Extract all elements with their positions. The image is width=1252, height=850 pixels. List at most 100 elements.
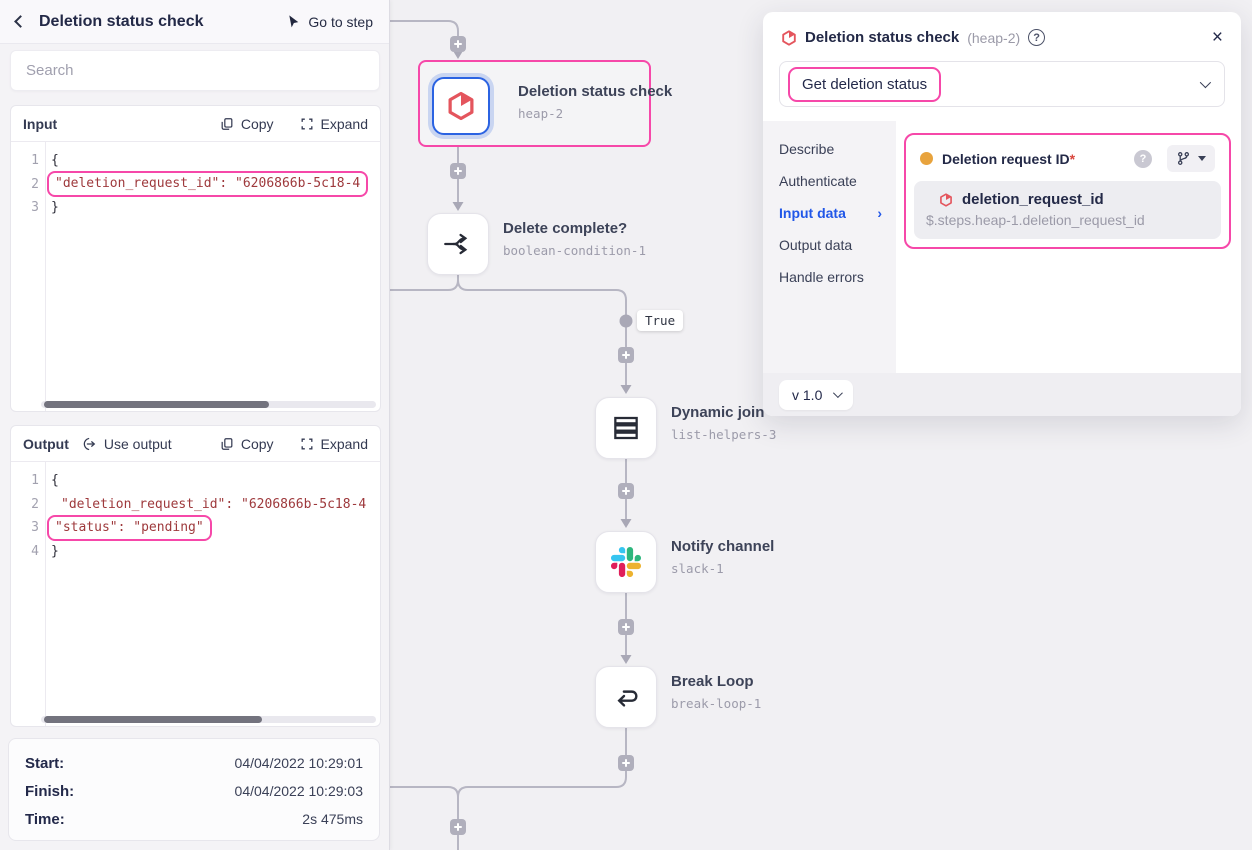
use-output-button[interactable]: Use output xyxy=(81,436,172,452)
code-line: } xyxy=(51,200,59,215)
caret-down-icon xyxy=(1198,156,1206,161)
workflow-node-slack-1[interactable]: Notify channel slack-1 xyxy=(595,531,835,593)
version-select[interactable]: v 1.0 xyxy=(779,380,853,410)
operation-value: Get deletion status xyxy=(788,67,941,102)
add-step-button[interactable] xyxy=(618,483,634,499)
heap-icon xyxy=(939,193,953,207)
jsonpath-mode-button[interactable] xyxy=(1167,145,1215,172)
operation-select[interactable]: Get deletion status xyxy=(779,61,1225,107)
input-data-content: Deletion request ID* ? xyxy=(896,121,1241,373)
properties-nav: Describe Authenticate Input data › Outpu… xyxy=(763,121,896,373)
line-number: 3 xyxy=(11,200,39,215)
workflow-node-boolean-condition-1[interactable]: Delete complete? boolean-condition-1 xyxy=(427,213,667,275)
output-panel: Output Use output Copy xyxy=(10,425,381,727)
deletion-request-id-field-group: Deletion request ID* ? xyxy=(904,133,1231,249)
back-icon[interactable] xyxy=(14,15,27,28)
horizontal-scrollbar-thumb[interactable] xyxy=(44,716,262,723)
node-title: Break Loop xyxy=(671,673,761,690)
field-value-path: $.steps.heap-1.deletion_request_id xyxy=(926,212,1209,228)
field-value-box[interactable]: deletion_request_id $.steps.heap-1.delet… xyxy=(914,181,1221,239)
tab-handle-errors[interactable]: Handle errors xyxy=(779,261,882,293)
line-number: 2 xyxy=(11,497,39,512)
add-step-button[interactable] xyxy=(450,163,466,179)
break-loop-icon xyxy=(609,680,643,714)
line-number: 4 xyxy=(11,544,39,559)
expand-icon xyxy=(300,437,314,451)
workflow-node-heap-2[interactable]: Deletion status check heap-2 xyxy=(418,60,651,147)
help-icon[interactable]: ? xyxy=(1028,29,1045,46)
list-icon xyxy=(610,412,642,444)
highlighted-code: "status": "pending" xyxy=(47,515,212,541)
node-title: Dynamic join xyxy=(671,404,776,421)
copy-icon xyxy=(220,437,234,451)
node-title: Notify channel xyxy=(671,538,774,555)
code-line: "deletion_request_id": "6206866b-5c18-4 xyxy=(61,497,366,512)
go-to-step-button[interactable]: Go to step xyxy=(286,14,373,30)
tab-describe[interactable]: Describe xyxy=(779,133,882,165)
search-input[interactable] xyxy=(10,50,380,91)
required-asterisk: * xyxy=(1070,151,1075,167)
tab-authenticate[interactable]: Authenticate xyxy=(779,165,882,197)
node-step-id: boolean-condition-1 xyxy=(503,243,646,258)
expand-button[interactable]: Expand xyxy=(300,436,368,452)
input-panel-title: Input xyxy=(23,116,57,132)
selected-node-ring xyxy=(428,73,494,139)
code-line: { xyxy=(51,153,59,168)
copy-button[interactable]: Copy xyxy=(220,436,274,452)
cursor-pointer-icon xyxy=(286,14,301,29)
code-line: { xyxy=(51,473,59,488)
line-number: 2 xyxy=(11,177,39,192)
node-step-id: list-helpers-3 xyxy=(671,427,776,442)
tab-input-data[interactable]: Input data › xyxy=(779,197,882,229)
output-json-editor[interactable]: 1{ 2"deletion_request_id": "6206866b-5c1… xyxy=(11,462,380,726)
line-number: 3 xyxy=(11,520,39,535)
expand-icon xyxy=(300,117,314,131)
add-step-button[interactable] xyxy=(618,347,634,363)
horizontal-scrollbar-track[interactable] xyxy=(41,716,376,723)
properties-footer: v 1.0 xyxy=(763,373,1241,416)
use-output-icon xyxy=(81,436,97,452)
add-step-button[interactable] xyxy=(618,755,634,771)
debug-sidebar: Deletion status check Go to step Input C… xyxy=(0,0,390,850)
properties-title: Deletion status check xyxy=(805,29,959,46)
step-properties-panel: Deletion status check (heap-2) ? × Get d… xyxy=(763,12,1241,416)
expand-button[interactable]: Expand xyxy=(300,116,368,132)
branch-point-dot xyxy=(620,315,633,328)
boolean-branch-icon xyxy=(441,227,475,261)
node-step-id: heap-2 xyxy=(518,106,672,121)
field-value-name: deletion_request_id xyxy=(962,191,1104,208)
properties-step-id: (heap-2) xyxy=(967,30,1020,46)
heap-icon xyxy=(446,91,476,121)
highlighted-code: "deletion_request_id": "6206866b-5c18-4 xyxy=(47,171,368,197)
horizontal-scrollbar-thumb[interactable] xyxy=(44,401,269,408)
node-step-id: slack-1 xyxy=(671,561,774,576)
branch-label-true: True xyxy=(637,310,683,331)
heap-icon xyxy=(781,30,797,46)
run-info-row: Start: 04/04/2022 10:29:01 xyxy=(25,749,363,777)
add-step-button[interactable] xyxy=(618,619,634,635)
copy-button[interactable]: Copy xyxy=(220,116,274,132)
node-title: Deletion status check xyxy=(518,83,672,100)
field-help-icon[interactable]: ? xyxy=(1134,150,1152,168)
code-line: } xyxy=(51,544,59,559)
branch-icon xyxy=(1176,151,1191,166)
output-panel-title: Output xyxy=(23,436,69,452)
add-step-button[interactable] xyxy=(450,36,466,52)
horizontal-scrollbar-track[interactable] xyxy=(41,401,376,408)
input-json-editor[interactable]: 1 { 2 "deletion_request_id": "6206866b-5c1… xyxy=(11,142,380,411)
line-number: 1 xyxy=(11,153,39,168)
chevron-down-icon xyxy=(1200,77,1211,88)
copy-icon xyxy=(220,117,234,131)
sidebar-header: Deletion status check Go to step xyxy=(0,0,389,44)
properties-header: Deletion status check (heap-2) ? × xyxy=(763,12,1241,58)
tab-output-data[interactable]: Output data xyxy=(779,229,882,261)
field-label: Deletion request ID* xyxy=(942,151,1075,167)
input-panel: Input Copy Expand 1{ 2"de xyxy=(10,105,381,412)
run-info-row: Time: 2s 475ms xyxy=(25,805,363,833)
step-title: Deletion status check xyxy=(39,13,204,31)
add-step-button[interactable] xyxy=(450,819,466,835)
close-icon[interactable]: × xyxy=(1212,28,1223,47)
chevron-down-icon xyxy=(833,388,843,398)
node-step-id: break-loop-1 xyxy=(671,696,761,711)
workflow-node-break-loop-1[interactable]: Break Loop break-loop-1 xyxy=(595,666,835,728)
